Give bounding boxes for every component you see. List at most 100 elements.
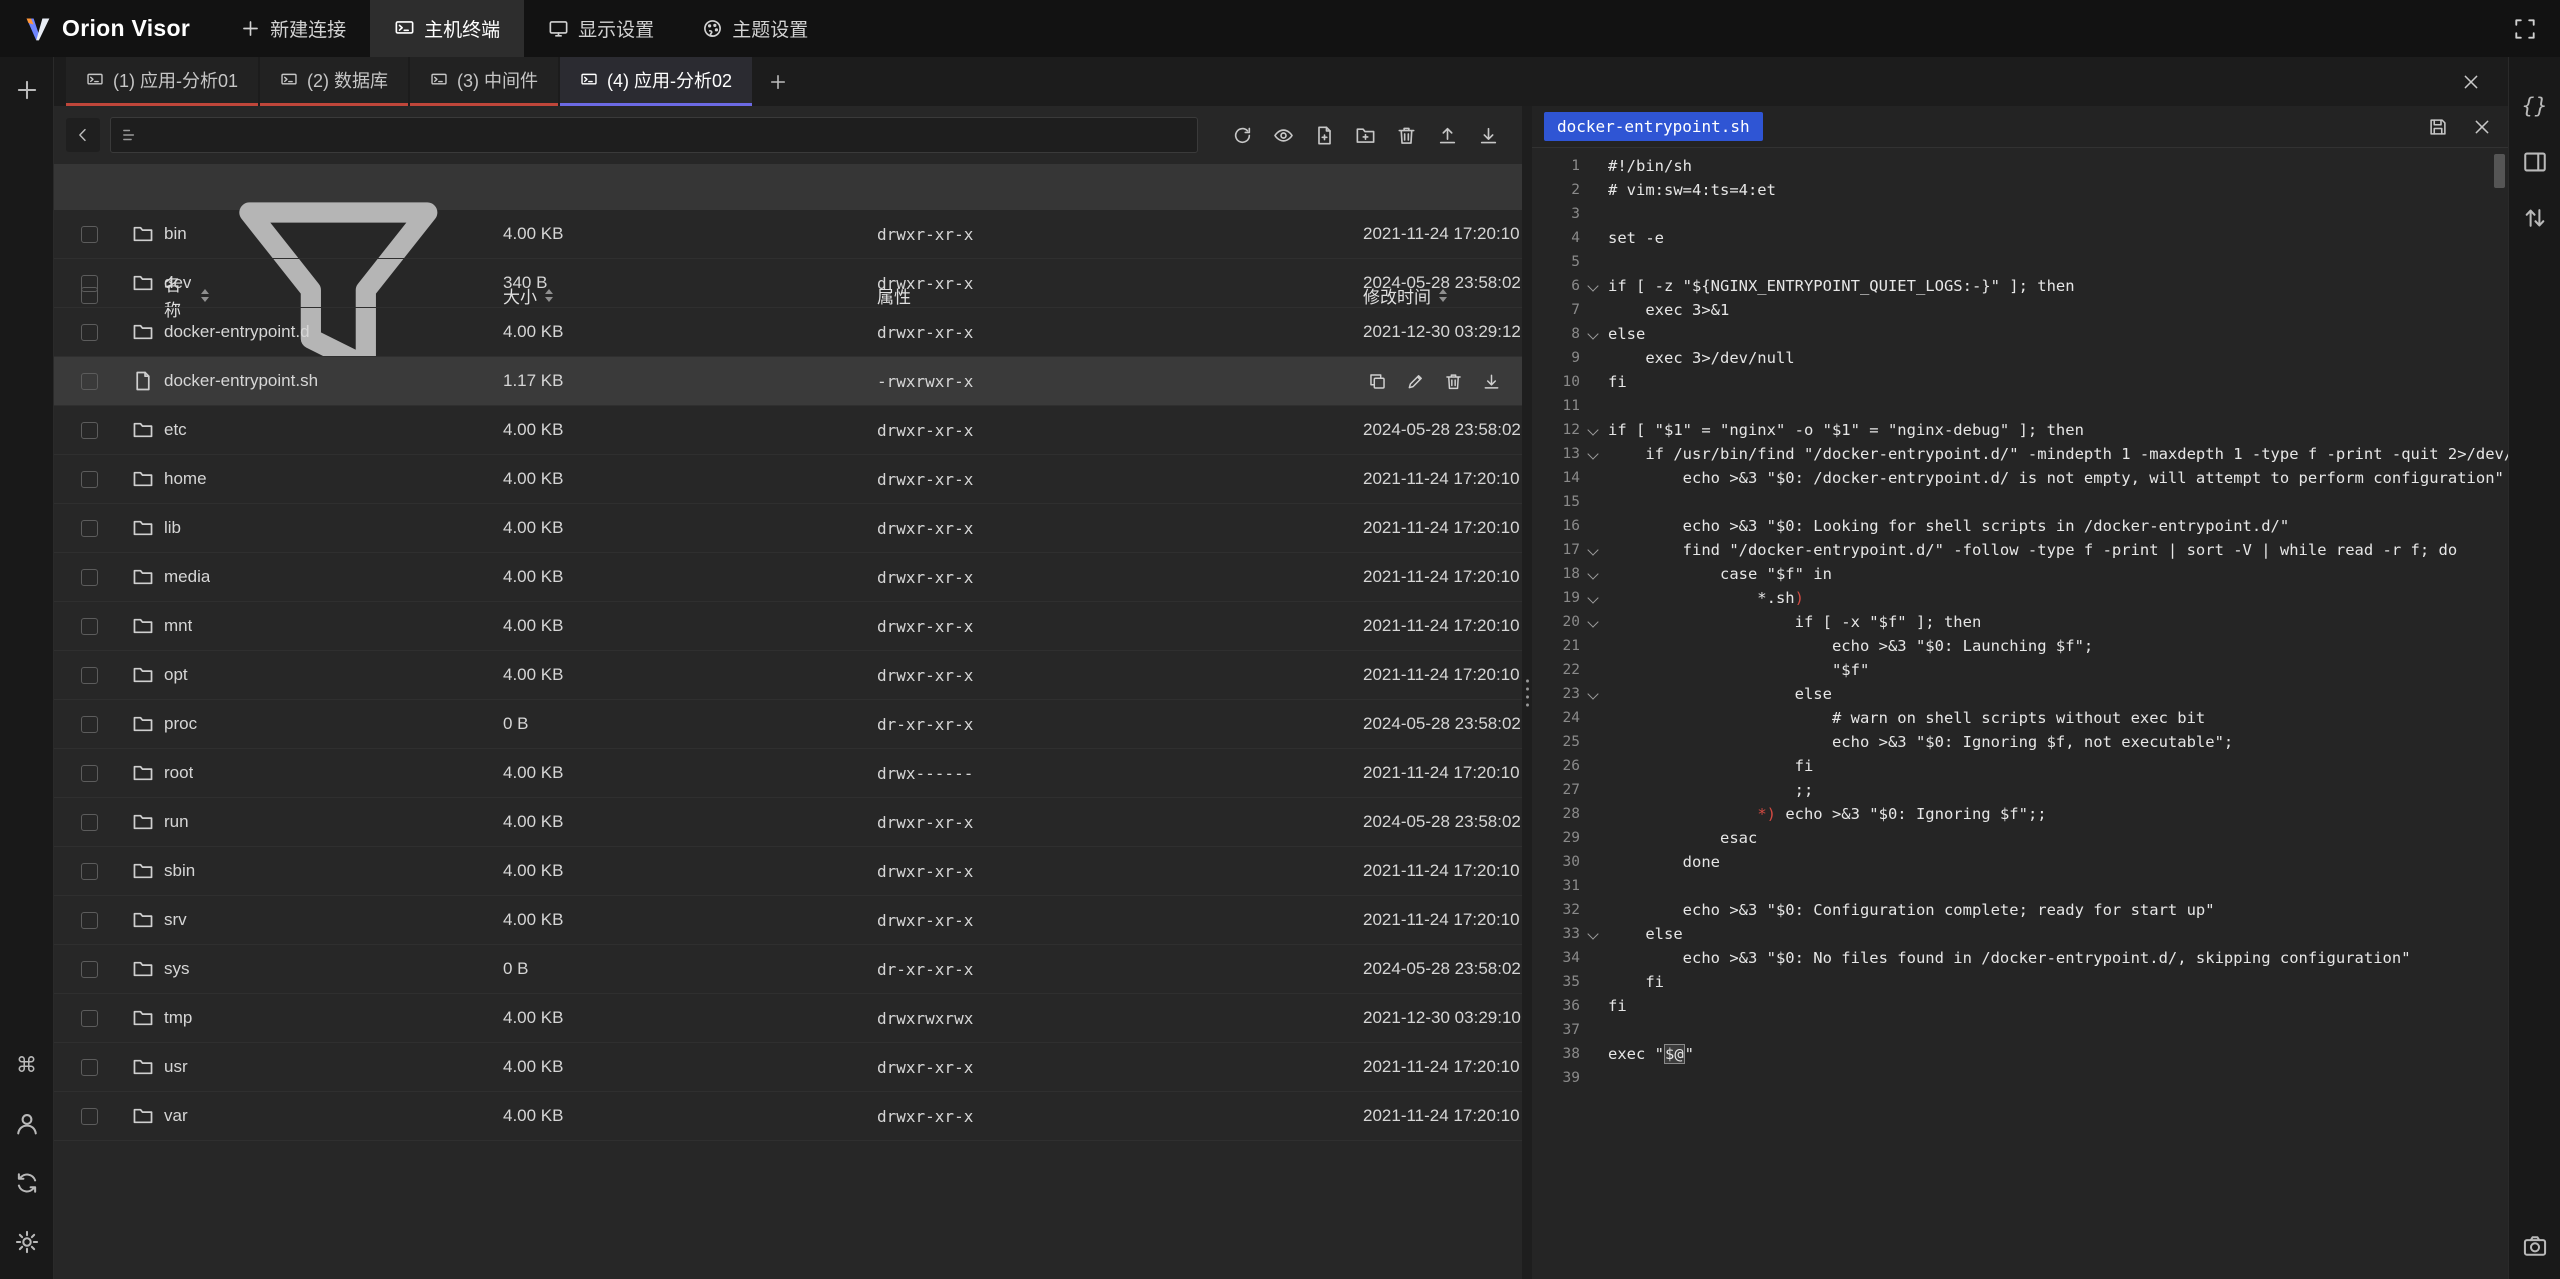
file-name[interactable]: media [164,567,210,587]
table-row[interactable]: bin 4.00 KB drwxr-xr-x 2021-11-24 17:20:… [54,210,1522,259]
plus-button[interactable] [8,71,46,109]
table-row[interactable]: proc 0 B dr-xr-xr-x 2024-05-28 23:58:02 [54,700,1522,749]
file-name[interactable]: sys [164,959,190,979]
fold-chevron-icon[interactable] [1580,274,1608,298]
directory-tree-icon[interactable] [121,126,139,144]
table-row[interactable]: root 4.00 KB drwx------ 2021-11-24 17:20… [54,749,1522,798]
file-name[interactable]: docker-entrypoint.d [164,322,310,342]
file-name[interactable]: etc [164,420,187,440]
terminal-tab-4[interactable]: (4) 应用-分析02 [560,57,752,106]
file-name[interactable]: proc [164,714,197,734]
file-name[interactable]: usr [164,1057,188,1077]
table-row[interactable]: usr 4.00 KB drwxr-xr-x 2021-11-24 17:20:… [54,1043,1522,1092]
file-name[interactable]: lib [164,518,181,538]
folder-plus-button[interactable] [1347,117,1383,153]
table-row[interactable]: home 4.00 KB drwxr-xr-x 2021-11-24 17:20… [54,455,1522,504]
table-row[interactable]: var 4.00 KB drwxr-xr-x 2021-11-24 17:20:… [54,1092,1522,1141]
file-name[interactable]: mnt [164,616,192,636]
fold-chevron-icon[interactable] [1580,538,1608,562]
file-name[interactable]: run [164,812,189,832]
row-checkbox[interactable] [81,716,98,733]
row-checkbox[interactable] [81,1108,98,1125]
table-row[interactable]: mnt 4.00 KB drwxr-xr-x 2021-11-24 17:20:… [54,602,1522,651]
file-plus-button[interactable] [1306,117,1342,153]
nav-item-display[interactable]: 显示设置 [524,0,678,57]
close-all-tabs-button[interactable] [2456,67,2486,97]
table-row[interactable]: etc 4.00 KB drwxr-xr-x 2024-05-28 23:58:… [54,406,1522,455]
close-editor-button[interactable] [2468,113,2496,141]
table-row[interactable]: dev 340 B drwxr-xr-x 2024-05-28 23:58:02 [54,259,1522,308]
fold-chevron-icon[interactable] [1580,922,1608,946]
row-checkbox[interactable] [81,765,98,782]
fold-chevron-icon[interactable] [1580,562,1608,586]
editor-file-tab[interactable]: docker-entrypoint.sh [1544,112,1763,141]
row-checkbox[interactable] [81,226,98,243]
table-row[interactable]: run 4.00 KB drwxr-xr-x 2024-05-28 23:58:… [54,798,1522,847]
row-checkbox[interactable] [81,569,98,586]
file-name[interactable]: docker-entrypoint.sh [164,371,318,391]
table-row[interactable]: tmp 4.00 KB drwxrwxrwx 2021-12-30 03:29:… [54,994,1522,1043]
row-checkbox[interactable] [81,324,98,341]
file-name[interactable]: sbin [164,861,195,881]
file-name[interactable]: root [164,763,193,783]
file-name[interactable]: opt [164,665,188,685]
table-row[interactable]: docker-entrypoint.sh 1.17 KB -rwxrwxr-x [54,357,1522,406]
back-button[interactable] [66,118,100,152]
code-editor[interactable]: 1#!/bin/sh2# vim:sw=4:ts=4:et34set -e56i… [1532,148,2508,1279]
user-button[interactable] [8,1105,46,1143]
row-checkbox[interactable] [81,667,98,684]
row-checkbox[interactable] [81,275,98,292]
table-row[interactable]: opt 4.00 KB drwxr-xr-x 2021-11-24 17:20:… [54,651,1522,700]
edit-row-button[interactable] [1401,367,1429,395]
fullscreen-button[interactable] [2506,10,2544,48]
add-tab-button[interactable] [754,57,802,106]
table-row[interactable]: docker-entrypoint.d 4.00 KB drwxr-xr-x 2… [54,308,1522,357]
sync-button[interactable] [8,1164,46,1202]
row-checkbox[interactable] [81,961,98,978]
table-row[interactable]: media 4.00 KB drwxr-xr-x 2021-11-24 17:2… [54,553,1522,602]
camera-button[interactable] [2516,1227,2554,1265]
layout-button[interactable] [2516,143,2554,181]
row-checkbox[interactable] [81,863,98,880]
terminal-tab-1[interactable]: (1) 应用-分析01 [66,57,258,106]
copy-row-button[interactable] [1363,367,1391,395]
move-row-button[interactable] [1515,367,1522,395]
nav-item-theme[interactable]: 主题设置 [678,0,832,57]
path-input[interactable] [147,126,1187,144]
terminal-tab-3[interactable]: (3) 中间件 [410,57,558,106]
upload-button[interactable] [1429,117,1465,153]
nav-item-terminal[interactable]: 主机终端 [370,0,524,57]
row-checkbox[interactable] [81,1010,98,1027]
file-name[interactable]: tmp [164,1008,192,1028]
file-name[interactable]: var [164,1106,188,1126]
panel-divider[interactable] [1522,106,1532,1279]
fold-chevron-icon[interactable] [1580,682,1608,706]
file-name[interactable]: bin [164,224,187,244]
fold-chevron-icon[interactable] [1580,610,1608,634]
table-row[interactable]: srv 4.00 KB drwxr-xr-x 2021-11-24 17:20:… [54,896,1522,945]
table-row[interactable]: lib 4.00 KB drwxr-xr-x 2021-11-24 17:20:… [54,504,1522,553]
table-row[interactable]: sbin 4.00 KB drwxr-xr-x 2021-11-24 17:20… [54,847,1522,896]
fold-chevron-icon[interactable] [1580,322,1608,346]
command-button[interactable]: ⌘ [8,1046,46,1084]
row-checkbox[interactable] [81,1059,98,1076]
row-checkbox[interactable] [81,814,98,831]
row-checkbox[interactable] [81,471,98,488]
trash-row-button[interactable] [1439,367,1467,395]
row-checkbox[interactable] [81,912,98,929]
braces-button[interactable]: {} [2516,87,2554,125]
file-name[interactable]: dev [164,273,191,293]
table-row[interactable]: sys 0 B dr-xr-xr-x 2024-05-28 23:58:02 [54,945,1522,994]
terminal-tab-2[interactable]: (2) 数据库 [260,57,408,106]
row-checkbox[interactable] [81,520,98,537]
save-button[interactable] [2424,113,2452,141]
row-checkbox[interactable] [81,422,98,439]
file-name[interactable]: srv [164,910,187,930]
fold-chevron-icon[interactable] [1580,418,1608,442]
trash-button[interactable] [1388,117,1424,153]
file-name[interactable]: home [164,469,207,489]
row-checkbox[interactable] [81,618,98,635]
swap-v-button[interactable] [2516,199,2554,237]
gear-button[interactable] [8,1223,46,1261]
download-row-button[interactable] [1477,367,1505,395]
